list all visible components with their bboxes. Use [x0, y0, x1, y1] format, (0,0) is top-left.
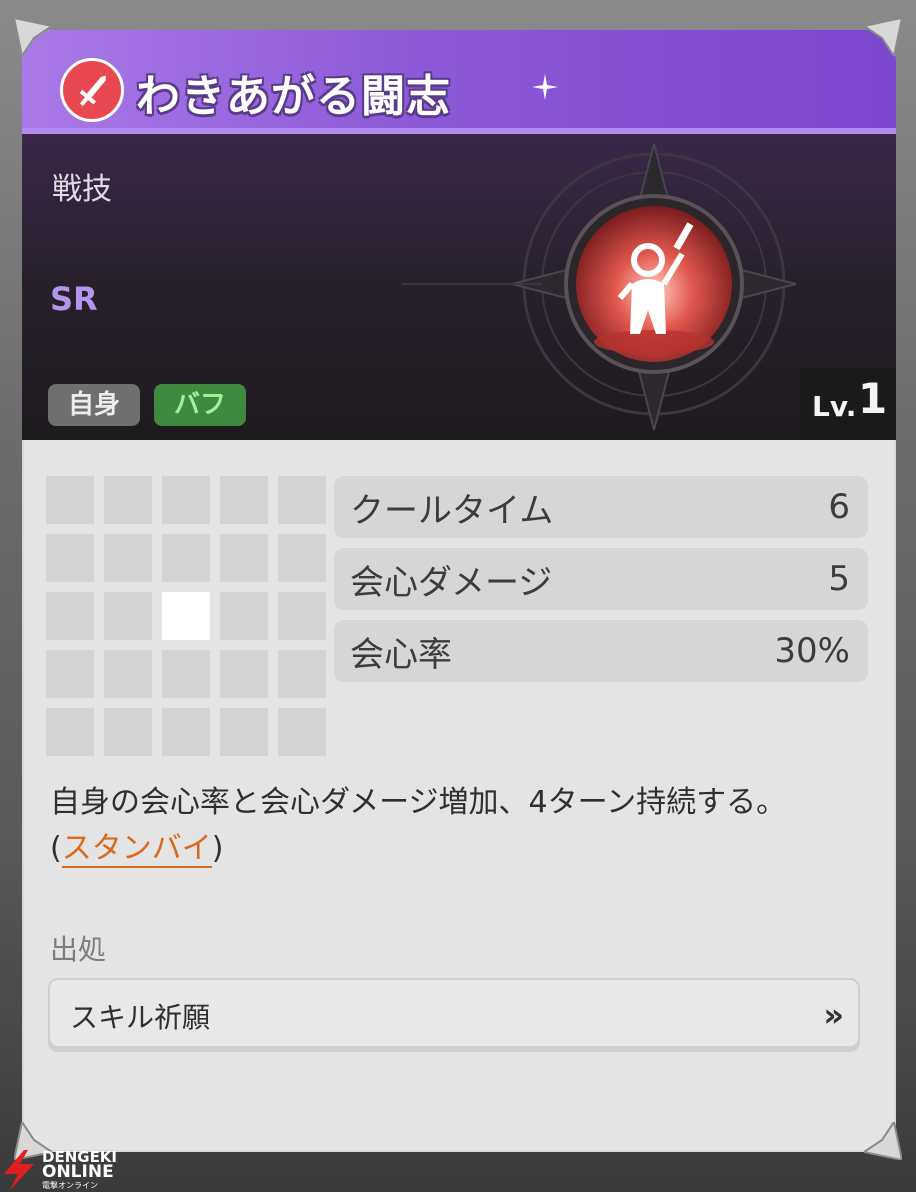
- range-cell: [220, 534, 268, 582]
- skill-category: 戦技: [52, 172, 112, 207]
- skill-tags: 自身 バフ: [48, 384, 247, 426]
- range-cell: [220, 476, 268, 524]
- stat-value: 30%: [774, 631, 850, 671]
- range-cell: [278, 708, 326, 756]
- level-indicator: Lv. 1: [800, 368, 896, 440]
- dengeki-watermark: DENGEKI ONLINE 電撃オンライン: [0, 1148, 130, 1192]
- range-cell: [278, 592, 326, 640]
- tag-self: 自身: [48, 384, 141, 426]
- range-cell: [46, 534, 94, 582]
- range-cell: [162, 534, 210, 582]
- paren-close: ): [211, 831, 224, 866]
- description-keyword-line: (スタンバイ): [50, 826, 880, 872]
- range-cell: [104, 708, 152, 756]
- source-label: スキル祈願: [70, 1001, 211, 1034]
- frame-corner-icon: [864, 1122, 902, 1160]
- standby-keyword-link[interactable]: スタンバイ: [61, 831, 212, 868]
- level-label: Lv.: [812, 390, 857, 423]
- stat-label: 会心率: [350, 634, 452, 675]
- range-cell-active: [162, 592, 210, 640]
- frame-corner-icon: [864, 18, 902, 56]
- double-chevron-right-icon: »: [823, 996, 844, 1034]
- skill-card: わきあがる闘志 戦技 SR 自身 バフ Lv. 1 クールタイム 6 会心ダメー…: [22, 30, 896, 1152]
- skill-title: わきあがる闘志: [136, 71, 451, 122]
- stats-list: クールタイム 6 会心ダメージ 5 会心率 30%: [334, 476, 868, 692]
- rising-figure-icon: [402, 143, 797, 431]
- sparkle-icon: [532, 74, 558, 100]
- range-grid: [46, 476, 326, 756]
- stat-value: 6: [828, 487, 850, 527]
- stat-row-crit-rate: 会心率 30%: [334, 620, 868, 682]
- range-cell: [220, 708, 268, 756]
- stat-label: 会心ダメージ: [350, 562, 553, 603]
- stat-value: 5: [828, 559, 850, 599]
- stat-row-crit-damage: 会心ダメージ 5: [334, 548, 868, 610]
- range-cell: [162, 476, 210, 524]
- description-text: 自身の会心率と会心ダメージ増加、4ターン持続する。: [50, 785, 787, 820]
- range-cell: [104, 650, 152, 698]
- range-cell: [46, 708, 94, 756]
- paren-open: (: [50, 831, 62, 866]
- range-cell: [278, 650, 326, 698]
- range-cell: [162, 708, 210, 756]
- tag-buff: バフ: [154, 384, 247, 426]
- range-cell: [46, 650, 94, 698]
- skill-rarity: SR: [50, 280, 98, 318]
- range-cell: [162, 650, 210, 698]
- lightning-logo-icon: [4, 1150, 34, 1190]
- watermark-line3: 電撃オンライン: [42, 1181, 98, 1190]
- range-cell: [104, 592, 152, 640]
- range-cell: [46, 592, 94, 640]
- skill-title-bar: わきあがる闘志: [22, 30, 896, 134]
- frame-corner-icon: [14, 18, 52, 56]
- range-cell: [220, 592, 268, 640]
- range-cell: [278, 534, 326, 582]
- source-heading: 出処: [50, 933, 107, 966]
- source-skill-prayer-button[interactable]: スキル祈願 »: [48, 978, 860, 1048]
- stat-row-cooltime: クールタイム 6: [334, 476, 868, 538]
- watermark-line2: ONLINE: [42, 1162, 114, 1182]
- level-value: 1: [858, 374, 888, 423]
- range-cell: [278, 476, 326, 524]
- range-cell: [104, 476, 152, 524]
- range-cell: [46, 476, 94, 524]
- stat-label: クールタイム: [350, 490, 554, 531]
- skill-description: 自身の会心率と会心ダメージ増加、4ターン持続する。 (スタンバイ): [50, 780, 880, 872]
- range-cell: [220, 650, 268, 698]
- range-cell: [104, 534, 152, 582]
- sword-icon: [60, 58, 124, 122]
- skill-hero-panel: 戦技 SR 自身 バフ Lv. 1: [22, 134, 896, 440]
